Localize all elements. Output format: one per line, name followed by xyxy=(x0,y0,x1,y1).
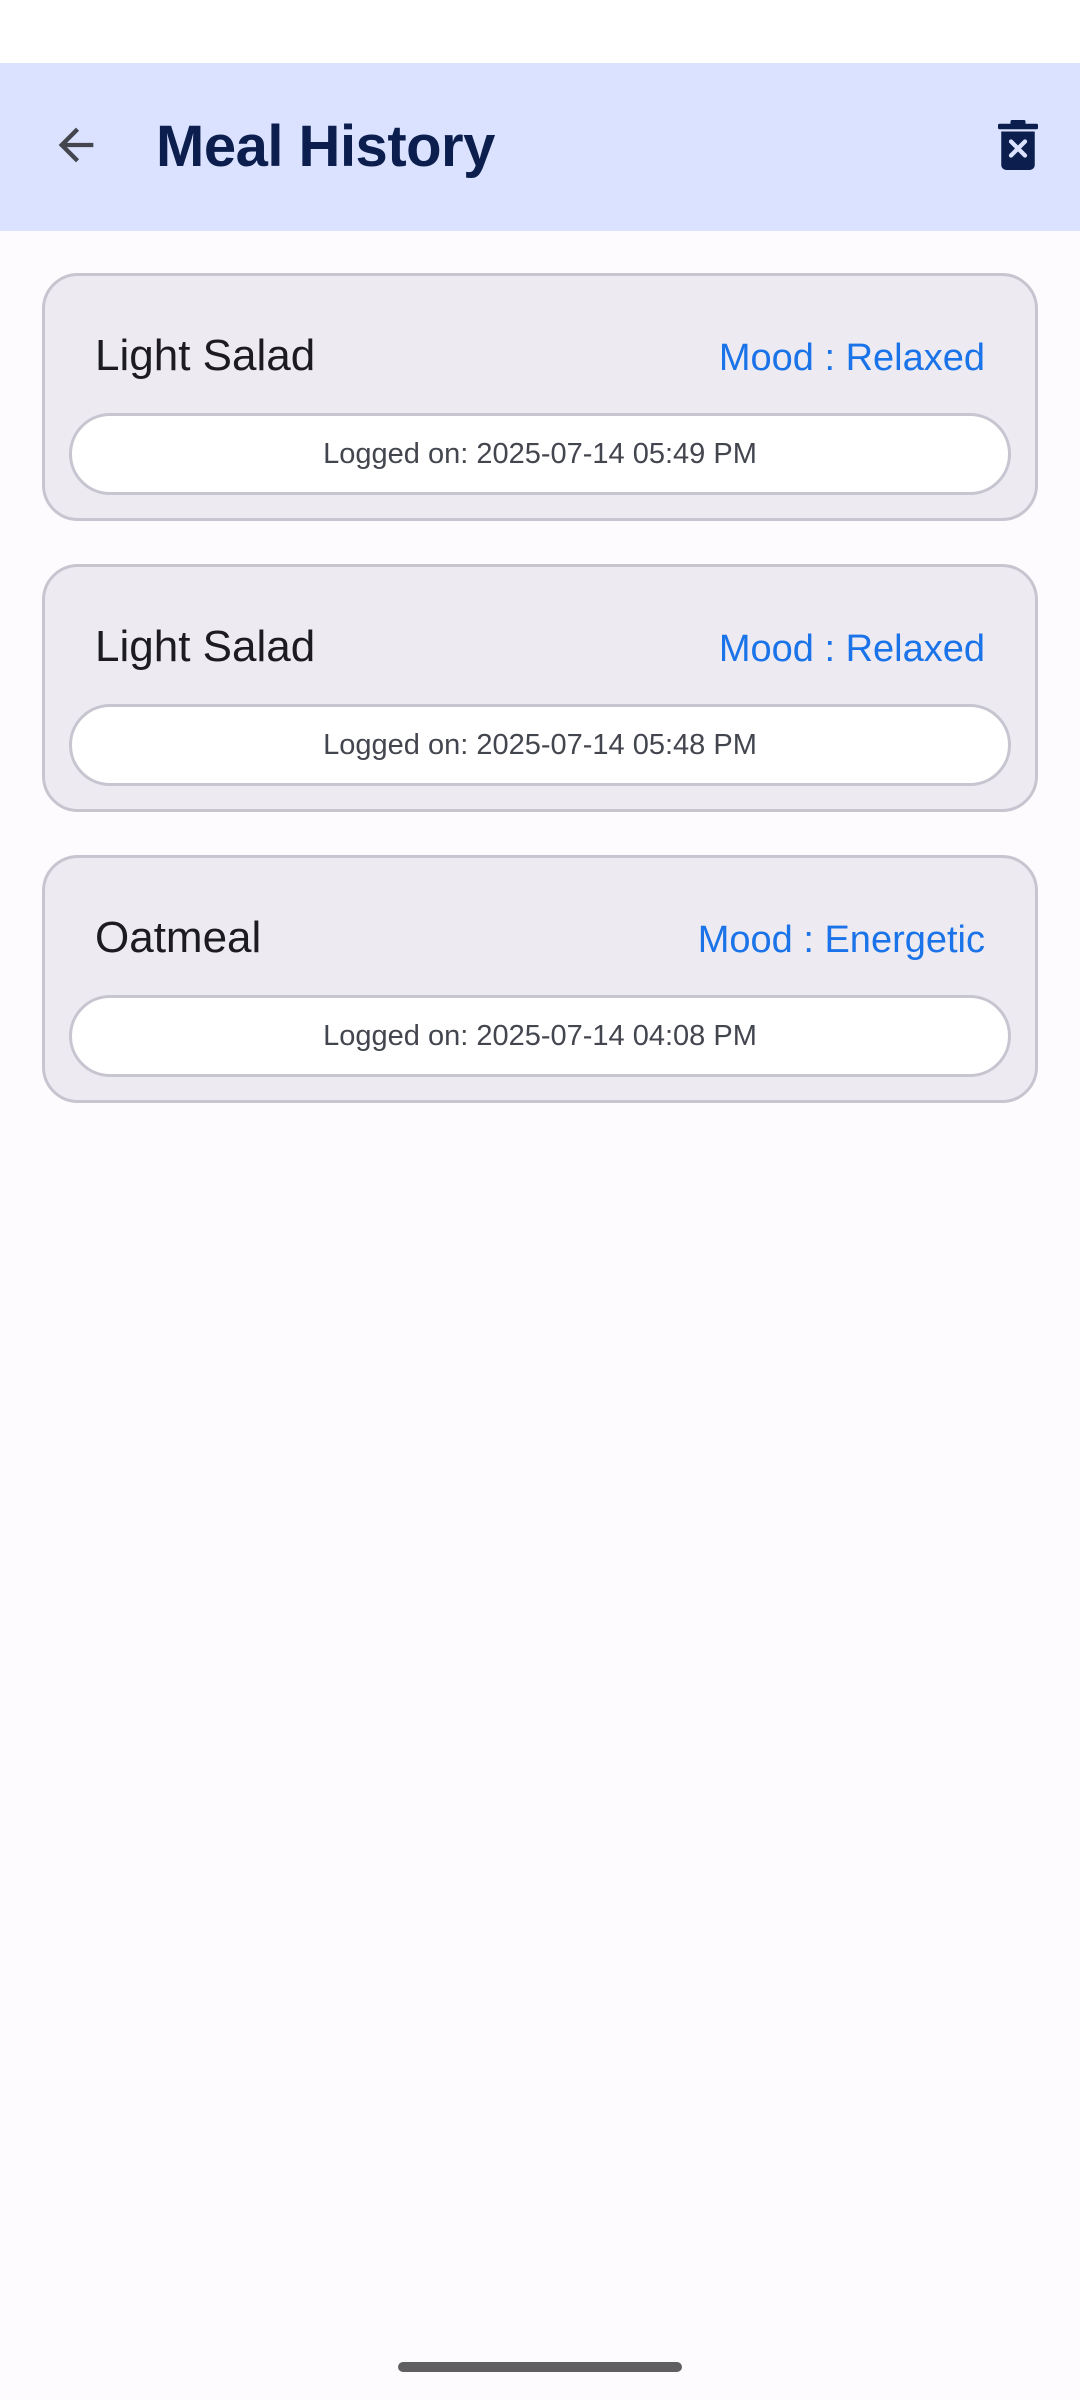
meal-history-screen: Meal History Light Salad Mood : Relaxed … xyxy=(0,0,1080,2400)
meal-list: Light Salad Mood : Relaxed Logged on: 20… xyxy=(42,273,1038,1146)
meal-name: Light Salad xyxy=(95,331,316,380)
meal-card[interactable]: Oatmeal Mood : Energetic Logged on: 2025… xyxy=(42,855,1038,1103)
meal-mood: Mood : Relaxed xyxy=(718,628,985,670)
page-title: Meal History xyxy=(156,114,495,179)
delete-forever-icon xyxy=(998,119,1038,175)
meal-mood: Mood : Energetic xyxy=(697,919,985,961)
logged-timestamp: Logged on: 2025-07-14 04:08 PM xyxy=(69,995,1011,1077)
back-button[interactable] xyxy=(32,103,120,191)
home-indicator[interactable] xyxy=(398,2362,682,2372)
meal-mood: Mood : Relaxed xyxy=(718,337,985,379)
arrow-back-icon xyxy=(50,119,102,176)
logged-timestamp: Logged on: 2025-07-14 05:49 PM xyxy=(69,413,1011,495)
delete-all-button[interactable] xyxy=(974,103,1062,191)
meal-name: Light Salad xyxy=(95,622,316,671)
meal-card[interactable]: Light Salad Mood : Relaxed Logged on: 20… xyxy=(42,564,1038,812)
status-bar xyxy=(0,0,1080,63)
top-app-bar: Meal History xyxy=(0,63,1080,231)
logged-timestamp: Logged on: 2025-07-14 05:48 PM xyxy=(69,704,1011,786)
meal-card[interactable]: Light Salad Mood : Relaxed Logged on: 20… xyxy=(42,273,1038,521)
meal-name: Oatmeal xyxy=(95,913,262,962)
